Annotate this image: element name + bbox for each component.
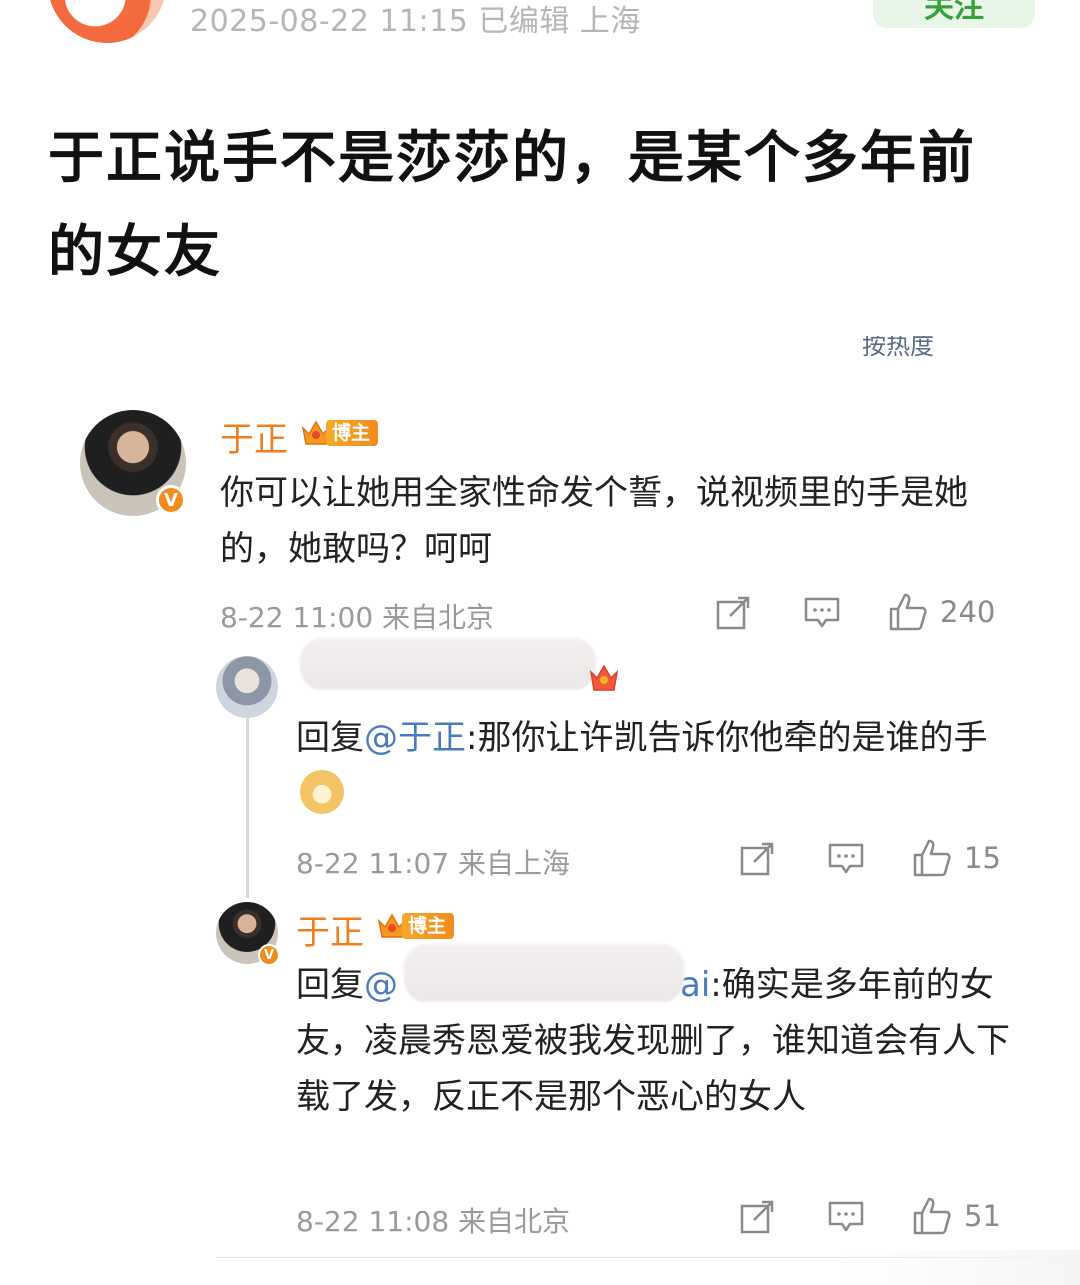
post-title: 于正说手不是莎莎的，是某个多年前的女友 <box>48 126 976 285</box>
follow-button[interactable]: 关注 <box>873 0 1035 28</box>
thread-line <box>246 716 249 898</box>
like-button[interactable]: 15 <box>912 838 1001 878</box>
like-button[interactable]: 51 <box>912 1196 1001 1236</box>
watermark-fade <box>840 1250 1080 1285</box>
comment-username[interactable]: 于正 <box>220 412 288 461</box>
forward-icon <box>740 842 774 876</box>
reply-meta: 8-22 11:08 来自北京 <box>296 1205 571 1238</box>
sort-control[interactable]: 按热度 <box>862 336 934 364</box>
like-icon <box>913 839 951 877</box>
post-meta: 2025-08-22 11:15 已编辑 上海 <box>190 4 641 39</box>
like-count: 240 <box>940 595 996 629</box>
comment-text: 你可以让她用全家性命发个誓，说视频里的手是她的，她敢吗？呵呵 <box>220 473 968 569</box>
like-button[interactable]: 240 <box>888 592 995 632</box>
reply-text: 回复@于正:那你让许凯告诉你他牵的是谁的手 <box>296 710 996 822</box>
blogger-badge: 博主 <box>376 911 455 941</box>
forward-icon <box>716 596 750 630</box>
follow-label: 关注 <box>924 0 984 25</box>
sort-label: 按热度 <box>862 336 934 360</box>
comment-meta: 8-22 11:00 来自北京 <box>220 601 495 634</box>
redacted-username <box>300 638 596 690</box>
reply-meta: 8-22 11:07 来自上海 <box>296 847 571 880</box>
redacted-username <box>404 944 684 1002</box>
mention-link[interactable]: @于正 <box>364 718 466 758</box>
comment-icon <box>828 1201 864 1232</box>
reply-username[interactable]: 于正 <box>296 905 364 954</box>
comment-icon <box>804 597 840 628</box>
doge-emoji-icon <box>300 769 344 814</box>
verified-icon: V <box>156 485 186 515</box>
verified-icon: V <box>258 944 280 966</box>
comment-icon <box>828 843 864 874</box>
reply-button[interactable] <box>828 842 864 876</box>
like-count: 15 <box>964 841 1001 875</box>
like-icon <box>889 593 927 631</box>
author-avatar[interactable] <box>48 0 166 43</box>
forward-button[interactable] <box>716 596 752 630</box>
crown-icon <box>589 664 619 691</box>
reply-button[interactable] <box>828 1200 864 1234</box>
reply-button[interactable] <box>804 596 840 630</box>
forward-icon <box>740 1200 774 1234</box>
forward-button[interactable] <box>740 842 776 876</box>
forward-button[interactable] <box>740 1200 776 1234</box>
reply-avatar[interactable] <box>216 656 278 718</box>
like-count: 51 <box>964 1199 1001 1233</box>
like-icon <box>913 1197 951 1235</box>
blogger-badge: 博主 <box>300 418 379 448</box>
